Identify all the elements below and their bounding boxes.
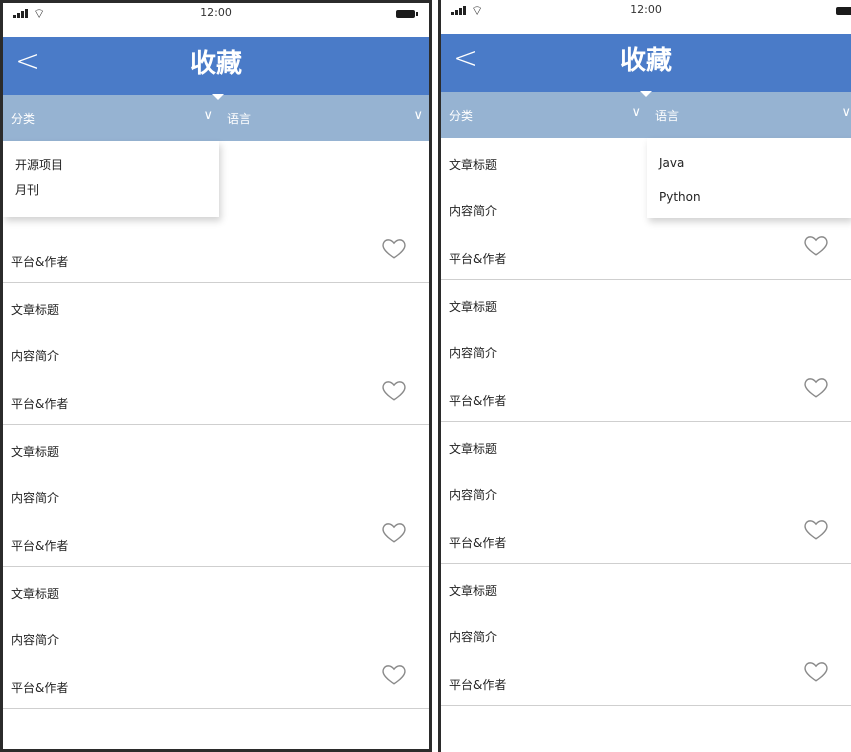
heart-outline-icon[interactable] xyxy=(381,519,407,545)
chevron-down-icon: ∨ xyxy=(413,108,423,123)
chevron-down-icon: ∨ xyxy=(631,105,641,120)
page-title: 收藏 xyxy=(189,49,242,79)
item-title: 文章标题 xyxy=(449,158,498,172)
item-author: 平台&作者 xyxy=(449,536,507,550)
list-item[interactable]: 文章标题 内容简介 平台&作者 xyxy=(3,425,429,567)
language-filter[interactable]: 语言 ∨ xyxy=(640,91,851,138)
heart-outline-icon[interactable] xyxy=(803,232,829,258)
nav-bar: < 收藏 xyxy=(3,37,429,95)
nav-bar: < 收藏 xyxy=(441,34,851,92)
page-title: 收藏 xyxy=(619,46,672,76)
list-item[interactable]: 文章标题 内容简介 平台&作者 xyxy=(441,422,851,564)
item-title: 文章标题 xyxy=(11,303,60,317)
language-filter-label: 语言 xyxy=(227,112,252,126)
item-summary: 内容简介 xyxy=(449,204,498,218)
dropdown-option-python[interactable]: Python xyxy=(647,186,851,208)
favorites-list: 平台&作者 文章标题 内容简介 平台&作者 文章标题 内容简介 平台&作者 文章… xyxy=(3,141,429,709)
item-title: 文章标题 xyxy=(449,300,498,314)
item-summary: 内容简介 xyxy=(449,630,498,644)
language-filter[interactable]: 语言 ∨ xyxy=(212,94,429,141)
status-time: 12:00 xyxy=(630,3,662,16)
item-summary: 内容简介 xyxy=(11,349,60,363)
heart-outline-icon[interactable] xyxy=(381,235,407,261)
item-author: 平台&作者 xyxy=(449,678,507,692)
status-bar: ⌔ 12:00 xyxy=(3,3,429,37)
list-item[interactable]: 文章标题 内容简介 平台&作者 xyxy=(3,567,429,709)
heart-outline-icon[interactable] xyxy=(381,661,407,687)
battery-icon xyxy=(836,7,851,15)
language-filter-label: 语言 xyxy=(655,109,680,123)
dropdown-option-open-source[interactable]: 开源项目 xyxy=(3,154,219,176)
phone-right: ⌔ 12:00 < 收藏 分类 ∨ 语言 ∨ 文章标题 内容简介 平台&作者 文… xyxy=(438,0,851,752)
item-author: 平台&作者 xyxy=(11,681,69,695)
category-filter[interactable]: 分类 ∨ xyxy=(3,95,219,141)
list-item[interactable]: 文章标题 内容简介 平台&作者 xyxy=(441,564,851,706)
list-item[interactable]: 文章标题 内容简介 平台&作者 xyxy=(441,280,851,422)
chevron-down-icon: ∨ xyxy=(203,108,213,123)
category-filter-label: 分类 xyxy=(449,109,474,123)
language-dropdown: Java Python xyxy=(647,138,851,218)
status-bar: ⌔ 12:00 xyxy=(441,0,851,34)
item-summary: 内容简介 xyxy=(449,346,498,360)
battery-icon xyxy=(396,10,418,18)
item-summary: 内容简介 xyxy=(11,633,60,647)
category-filter-label: 分类 xyxy=(11,112,36,126)
dropdown-option-java[interactable]: Java xyxy=(647,152,851,174)
item-author: 平台&作者 xyxy=(449,252,507,266)
heart-outline-icon[interactable] xyxy=(803,658,829,684)
category-dropdown: 开源项目 月刊 xyxy=(3,141,219,217)
chevron-down-icon: ∨ xyxy=(841,105,851,120)
filter-bar: 分类 ∨ 语言 ∨ xyxy=(3,94,429,141)
item-title: 文章标题 xyxy=(449,584,498,598)
heart-outline-icon[interactable] xyxy=(803,374,829,400)
item-title: 文章标题 xyxy=(11,587,60,601)
heart-outline-icon[interactable] xyxy=(803,516,829,542)
status-time: 12:00 xyxy=(200,6,232,19)
heart-outline-icon[interactable] xyxy=(381,377,407,403)
item-author: 平台&作者 xyxy=(11,539,69,553)
item-author: 平台&作者 xyxy=(11,255,69,269)
favorites-list: 文章标题 内容简介 平台&作者 文章标题 内容简介 平台&作者 文章标题 内容简… xyxy=(441,138,851,706)
item-title: 文章标题 xyxy=(449,442,498,456)
item-summary: 内容简介 xyxy=(449,488,498,502)
category-filter[interactable]: 分类 ∨ xyxy=(441,92,647,138)
item-author: 平台&作者 xyxy=(11,397,69,411)
item-author: 平台&作者 xyxy=(449,394,507,408)
item-title: 文章标题 xyxy=(11,445,60,459)
item-summary: 内容简介 xyxy=(11,491,60,505)
filter-bar: 分类 ∨ 语言 ∨ xyxy=(441,91,851,138)
phone-left: ⌔ 12:00 < 收藏 分类 ∨ 语言 ∨ 平台&作者 文章标题 内容简介 平… xyxy=(0,0,432,752)
list-item[interactable]: 文章标题 内容简介 平台&作者 xyxy=(3,283,429,425)
dropdown-option-monthly[interactable]: 月刊 xyxy=(3,179,219,201)
